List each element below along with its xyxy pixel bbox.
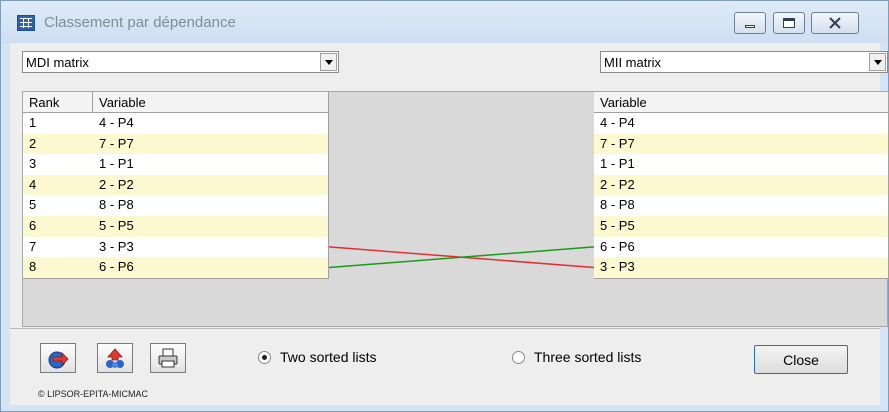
- variable-cell: 1 - P1: [600, 156, 635, 172]
- close-button[interactable]: Close: [754, 345, 848, 374]
- left-matrix-value: MDI matrix: [26, 55, 89, 70]
- close-x-icon: [829, 17, 841, 29]
- divider: [10, 328, 880, 329]
- left-dropdown-button[interactable]: [320, 53, 337, 71]
- left-table-header: Rank Variable: [23, 92, 328, 113]
- dependency-ranking-window: Classement par dépendance MDI matrix MII…: [0, 0, 889, 412]
- rank-cell: 8: [29, 259, 37, 275]
- left-ranking-table[interactable]: Rank Variable 1 4 - P4 2 7 - P7 3 1 - P1 4 2 - …: [23, 92, 329, 279]
- table-row[interactable]: 5 - P5: [594, 215, 888, 237]
- radio-unselected-icon[interactable]: [512, 350, 525, 364]
- right-matrix-value: MII matrix: [604, 55, 662, 70]
- rank-cell: 7: [29, 238, 37, 254]
- variable-cell: 6 - P6: [600, 238, 635, 254]
- sort-icon: [106, 348, 124, 368]
- title-bar[interactable]: Classement par dépendance: [1, 1, 888, 43]
- window-title: Classement par dépendance: [44, 14, 236, 31]
- table-row[interactable]: 8 6 - P6: [23, 257, 328, 278]
- three-sorted-lists-label: Three sorted lists: [534, 349, 642, 365]
- table-row[interactable]: 7 3 - P3: [23, 237, 328, 258]
- variable-cell: 7 - P7: [600, 135, 635, 151]
- variable-cell: 3 - P3: [600, 259, 635, 275]
- copyright-text: © LIPSOR-EPITA-MICMAC: [38, 389, 148, 399]
- variable-cell: 5 - P5: [600, 217, 635, 233]
- chevron-down-icon: [873, 59, 882, 65]
- table-row[interactable]: 8 - P8: [594, 195, 888, 216]
- rank-column-header[interactable]: Rank: [23, 92, 93, 112]
- ranking-canvas: Rank Variable 1 4 - P4 2 7 - P7 3 1 - P1 4 2 - …: [22, 91, 889, 327]
- variable-cell: 3 - P3: [99, 238, 134, 254]
- rank-change-links: [329, 246, 594, 269]
- two-sorted-lists-option[interactable]: Two sorted lists: [258, 349, 376, 365]
- variable-cell: 8 - P8: [99, 197, 134, 213]
- minimize-button[interactable]: [734, 12, 766, 34]
- three-sorted-lists-option[interactable]: Three sorted lists: [512, 349, 641, 365]
- right-ranking-table[interactable]: Variable 4 - P4 7 - P7 1 - P1 2 - P2 8 - P8 5…: [594, 92, 889, 279]
- rank-cell: 6: [29, 217, 37, 233]
- variable-cell: 5 - P5: [99, 217, 134, 233]
- rank-cell: 3: [29, 156, 37, 172]
- maximize-icon: [783, 18, 795, 28]
- table-row[interactable]: 4 2 - P2: [23, 174, 328, 196]
- table-row[interactable]: 1 - P1: [594, 154, 888, 175]
- variable-column-header[interactable]: Variable: [93, 92, 146, 112]
- right-dropdown-button[interactable]: [869, 53, 886, 71]
- variable-cell: 2 - P2: [99, 176, 134, 192]
- rank-cell: 1: [29, 115, 37, 130]
- variable-cell: 1 - P1: [99, 156, 134, 172]
- two-sorted-lists-label: Two sorted lists: [280, 349, 377, 365]
- table-row[interactable]: 6 - P6: [594, 237, 888, 258]
- chevron-down-icon: [324, 59, 333, 65]
- export-button[interactable]: [40, 343, 76, 373]
- table-row[interactable]: 5 8 - P8: [23, 195, 328, 216]
- client-area: MDI matrix MII matrix Rank Variable 1 4 -…: [10, 43, 889, 405]
- maximize-button[interactable]: [773, 12, 805, 34]
- print-button[interactable]: [150, 343, 186, 373]
- table-row[interactable]: 2 7 - P7: [23, 133, 328, 155]
- rank-cell: 5: [29, 197, 37, 213]
- right-matrix-select[interactable]: MII matrix: [600, 51, 888, 73]
- export-icon: [48, 351, 69, 369]
- variable-cell: 8 - P8: [600, 197, 635, 213]
- rank-cell: 2: [29, 135, 37, 151]
- table-row[interactable]: 7 - P7: [594, 133, 888, 155]
- table-grid-icon: [17, 15, 35, 31]
- table-row[interactable]: 3 - P3: [594, 257, 888, 278]
- left-matrix-select[interactable]: MDI matrix: [22, 51, 339, 73]
- table-row[interactable]: 2 - P2: [594, 174, 888, 196]
- right-table-header: Variable: [594, 92, 888, 113]
- radio-selected-icon[interactable]: [258, 350, 271, 364]
- variable-cell: 4 - P4: [600, 115, 635, 130]
- sort-button[interactable]: [97, 343, 133, 373]
- variable-cell: 4 - P4: [99, 115, 134, 130]
- table-row[interactable]: 3 1 - P1: [23, 154, 328, 175]
- table-row[interactable]: 6 5 - P5: [23, 215, 328, 237]
- variable-cell: 6 - P6: [99, 259, 134, 275]
- printer-icon: [158, 348, 178, 368]
- window-close-button[interactable]: [811, 12, 859, 34]
- rank-cell: 4: [29, 176, 37, 192]
- table-row[interactable]: 1 4 - P4: [23, 113, 328, 134]
- table-row[interactable]: 4 - P4: [594, 113, 888, 134]
- variable-cell: 7 - P7: [99, 135, 134, 151]
- variable-column-header[interactable]: Variable: [594, 92, 647, 112]
- variable-cell: 2 - P2: [600, 176, 635, 192]
- minimize-icon: [745, 24, 755, 28]
